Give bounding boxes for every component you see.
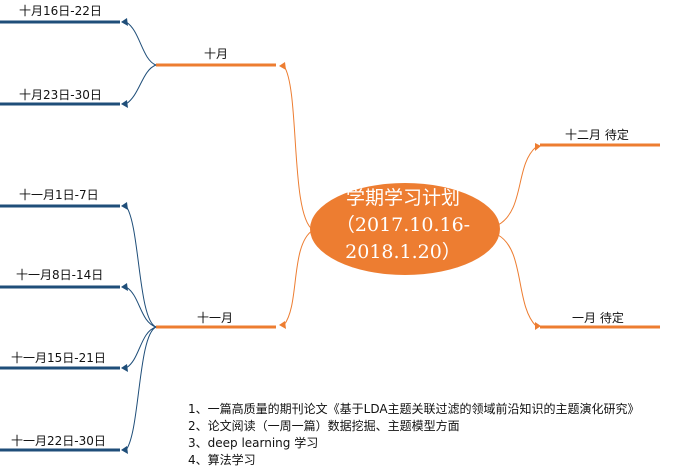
center-node-text: 学期学习计划 （2017.10.16- 2018.1.20）	[318, 185, 488, 266]
notes-list: 1、一篇高质量的期刊论文《基于LDA主题关联过滤的领域前沿知识的主题演化研究》 …	[188, 401, 640, 469]
leaf-label-nov-22-30[interactable]: 十一月22日-30日	[11, 434, 106, 448]
branch-label-november[interactable]: 十一月	[197, 311, 233, 325]
center-title: 学期学习计划	[345, 187, 460, 209]
arrowhead-november	[279, 321, 286, 329]
arrowhead-leaf-6	[121, 446, 128, 454]
connector-november-leaf-2	[125, 286, 157, 328]
connector-center-october	[283, 65, 314, 231]
connector-center-november	[283, 229, 314, 326]
note-item-4: 4、算法学习	[188, 453, 256, 467]
leaf-label-oct-16-22[interactable]: 十月16日-22日	[19, 4, 102, 18]
leaf-label-nov-15-21[interactable]: 十一月15日-21日	[11, 351, 106, 365]
note-item-2: 2、论文阅读（一周一篇）数据挖掘、主题模型方面	[188, 419, 460, 433]
connector-october-leaf-1	[125, 21, 157, 66]
arrowhead-leaf-2	[121, 100, 128, 108]
arrowhead-leaf-3	[121, 202, 128, 210]
leaf-label-nov-8-14[interactable]: 十一月8日-14日	[16, 268, 103, 282]
note-item-3: 3、deep learning 学习	[188, 436, 319, 450]
center-date-start: （2017.10.16-	[335, 214, 471, 236]
connector-center-december	[497, 146, 537, 226]
center-date-end: 2018.1.20）	[345, 241, 461, 263]
arrowhead-leaf-5	[121, 364, 128, 372]
branch-label-october[interactable]: 十月	[204, 47, 228, 61]
connector-center-january	[497, 234, 537, 327]
leaf-label-nov-1-7[interactable]: 十一月1日-7日	[19, 188, 99, 202]
connector-november-leaf-3	[125, 326, 157, 369]
note-item-1: 1、一篇高质量的期刊论文《基于LDA主题关联过滤的领域前沿知识的主题演化研究》	[188, 402, 640, 416]
arrowhead-leaf-4	[121, 283, 128, 291]
arrowhead-leaf-1	[121, 18, 128, 26]
branch-label-december[interactable]: 十二月 待定	[565, 128, 629, 142]
branch-label-january[interactable]: 一月 待定	[572, 311, 624, 325]
connector-october-leaf-2	[125, 64, 157, 105]
arrowhead-october	[279, 62, 286, 70]
leaf-label-oct-23-30[interactable]: 十月23日-30日	[19, 88, 102, 102]
